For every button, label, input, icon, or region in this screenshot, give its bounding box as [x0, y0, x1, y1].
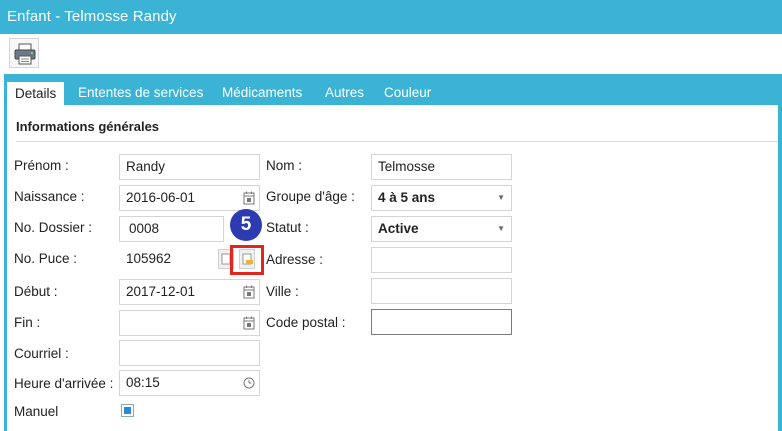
tab-autres[interactable]: Autres	[325, 82, 364, 106]
fin-label: Fin :	[14, 315, 41, 330]
fin-date-field[interactable]	[119, 310, 260, 336]
courriel-field[interactable]	[119, 340, 260, 366]
clock-icon[interactable]	[243, 376, 255, 390]
section-title: Informations générales	[16, 119, 160, 134]
manuel-checkbox[interactable]	[121, 404, 134, 417]
groupe-age-value: 4 à 5 ans	[378, 190, 436, 205]
ville-field[interactable]	[371, 278, 512, 304]
no-puce-value: 105962	[126, 251, 172, 266]
no-dossier-value: 0008	[129, 221, 160, 236]
checkbox-checked-mark	[124, 407, 131, 414]
tab-medicaments[interactable]: Médicaments	[222, 82, 302, 106]
prenom-value: Randy	[126, 159, 166, 174]
window-titlebar: Enfant - Telmosse Randy	[0, 0, 782, 34]
debut-value: 2017-12-01	[126, 284, 196, 299]
tab-couleur[interactable]: Couleur	[384, 82, 431, 106]
debut-date-field[interactable]: 2017-12-01	[119, 279, 260, 305]
step-number-badge: 5	[230, 209, 262, 241]
groupe-age-select[interactable]: 4 à 5 ans ▼	[371, 185, 512, 211]
nom-field[interactable]: Telmosse	[371, 154, 512, 180]
calendar-icon[interactable]	[243, 191, 255, 205]
section-divider	[16, 141, 778, 142]
statut-label: Statut :	[266, 220, 309, 235]
groupe-age-label: Groupe d'âge :	[266, 189, 355, 204]
code-postal-field[interactable]	[371, 309, 512, 335]
debut-label: Début :	[14, 284, 58, 299]
chevron-down-icon: ▼	[497, 224, 505, 233]
tab-bar: Details Ententes de services Médicaments…	[4, 78, 782, 109]
ville-label: Ville :	[266, 284, 299, 299]
no-dossier-label: No. Dossier :	[14, 220, 93, 235]
nom-label: Nom :	[266, 158, 303, 173]
calendar-icon[interactable]	[243, 285, 255, 299]
manuel-label: Manuel	[14, 404, 59, 419]
prenom-label: Prénom :	[14, 158, 69, 173]
heure-arrivee-label: Heure d'arrivée :	[14, 376, 114, 391]
printer-icon	[14, 43, 36, 65]
annotation-highlight-box	[230, 245, 264, 275]
heure-arrivee-value: 08:15	[126, 375, 160, 390]
chevron-down-icon: ▼	[497, 193, 505, 202]
naissance-date-field[interactable]: 2016-06-01	[119, 185, 260, 211]
statut-select[interactable]: Active ▼	[371, 216, 512, 242]
calendar-icon[interactable]	[243, 316, 255, 330]
naissance-value: 2016-06-01	[126, 190, 196, 205]
code-postal-label: Code postal :	[266, 315, 346, 330]
prenom-field[interactable]: Randy	[119, 154, 260, 180]
heure-arrivee-field[interactable]: 08:15	[119, 370, 260, 396]
window-title: Enfant - Telmosse Randy	[7, 8, 177, 25]
statut-value: Active	[378, 221, 419, 236]
print-button[interactable]	[9, 38, 39, 68]
courriel-label: Courriel :	[14, 346, 69, 361]
no-puce-label: No. Puce :	[14, 251, 78, 266]
adresse-field[interactable]	[371, 247, 512, 273]
toolbar	[0, 34, 782, 74]
naissance-label: Naissance :	[14, 189, 85, 204]
nom-value: Telmosse	[378, 159, 436, 174]
adresse-label: Adresse :	[266, 252, 324, 267]
tab-ententes-de-services[interactable]: Ententes de services	[78, 82, 203, 106]
no-dossier-field[interactable]: 0008	[119, 216, 224, 242]
